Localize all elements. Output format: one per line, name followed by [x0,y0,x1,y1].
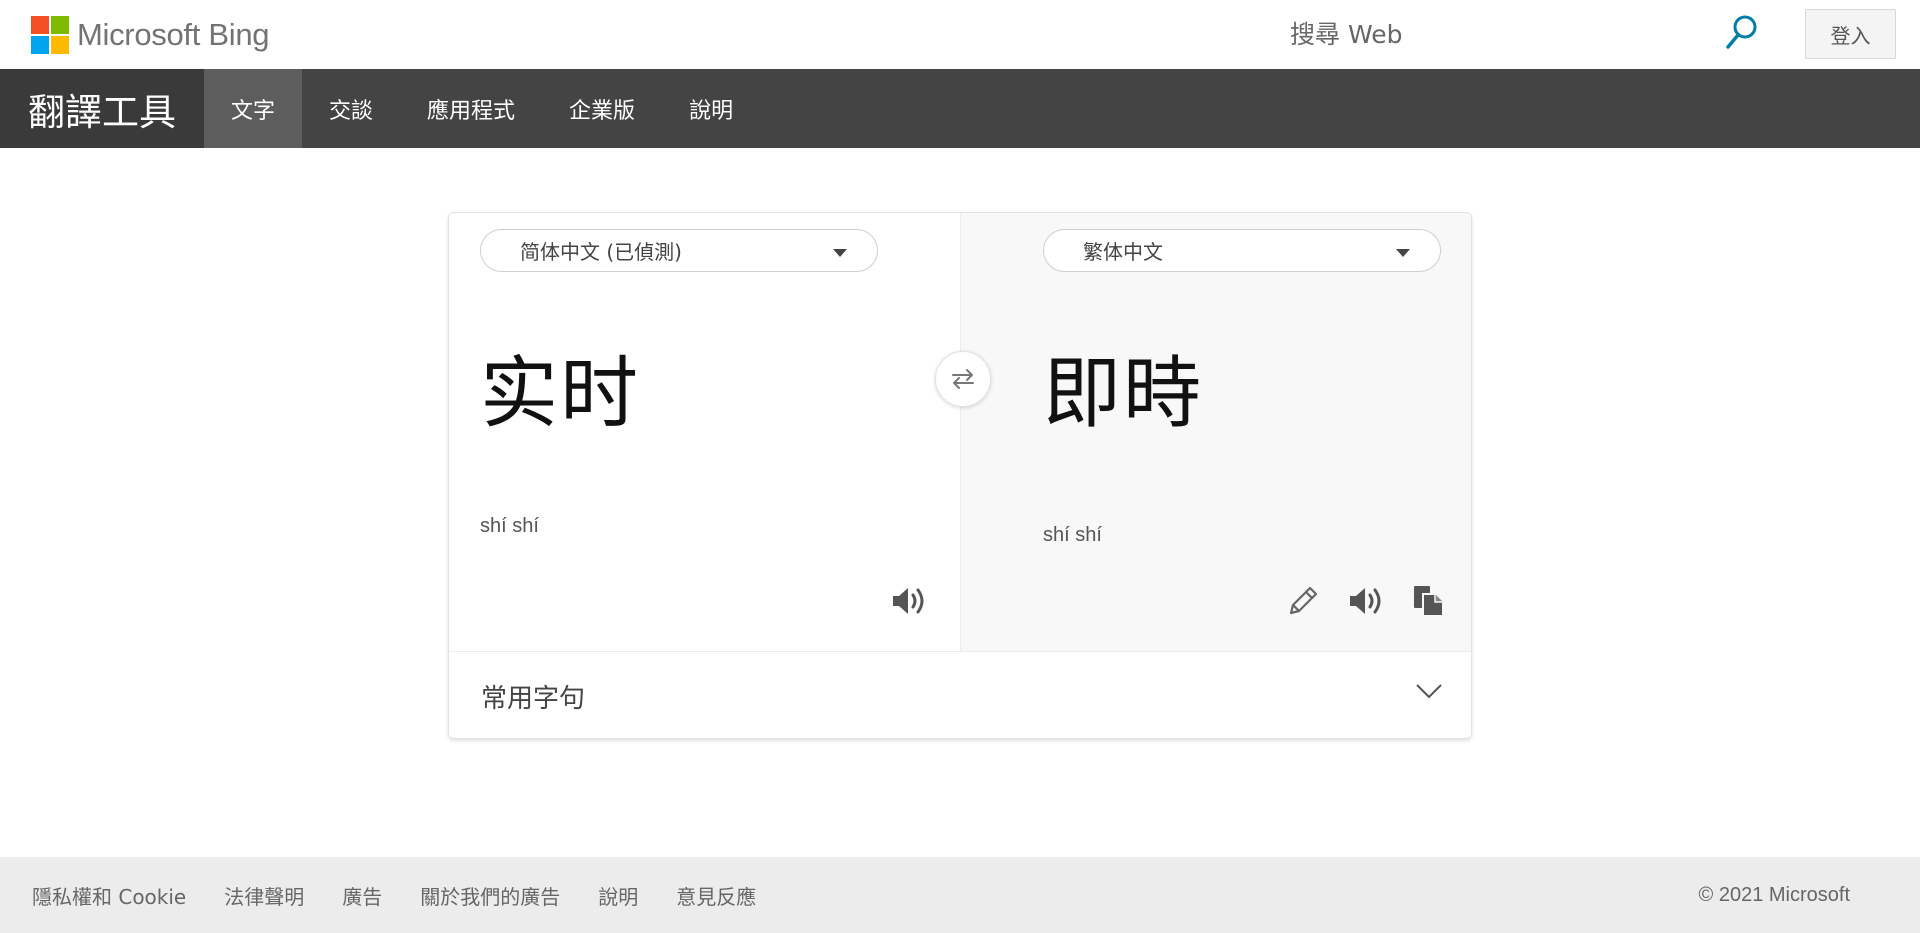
common-phrases-toggle[interactable]: 常用字句 [449,651,1471,738]
bing-logo[interactable]: Microsoft Bing [31,16,270,54]
source-text-input[interactable]: 实时 [480,331,640,443]
target-transliteration: shí shí [1043,524,1102,546]
common-phrases-label: 常用字句 [481,683,586,714]
search-input[interactable] [1290,14,1770,54]
chevron-down-icon [833,249,847,257]
tab-text[interactable]: 文字 [204,69,303,148]
speaker-icon [893,588,924,614]
source-speak-button[interactable] [889,581,929,621]
tab-conversation[interactable]: 交談 [302,69,400,148]
tab-apps[interactable]: 應用程式 [400,69,542,148]
signin-button[interactable]: 登入 [1805,9,1896,59]
target-speak-button[interactable] [1346,581,1386,621]
chevron-down-icon [1416,684,1442,699]
top-header: Microsoft Bing 登入 [0,0,1920,69]
footer-link-about-ads[interactable]: 關於我們的廣告 [420,881,560,910]
pencil-icon [1289,586,1318,615]
source-language-select[interactable]: 简体中文 (已偵測) [480,229,878,272]
chevron-down-icon [1396,249,1410,257]
footer-link-feedback[interactable]: 意見反應 [676,881,756,910]
translator-brand[interactable]: 翻譯工具 [0,69,204,148]
copy-translation-button[interactable] [1409,581,1449,621]
target-text-output: 即時 [1043,349,1204,439]
translator-nav: 翻譯工具 文字 交談 應用程式 企業版 說明 [0,69,1920,148]
swap-icon [952,369,974,389]
source-pane: 简体中文 (已偵測) 实时 shí shí [449,213,961,651]
search-icon [1726,15,1757,49]
target-language-label: 繁体中文 [1083,240,1163,264]
footer-link-help[interactable]: 說明 [598,881,638,910]
source-transliteration: shí shí [480,515,539,537]
copyright-text: © 2021 Microsoft [1698,883,1850,906]
footer-link-legal[interactable]: 法律聲明 [224,881,304,910]
logo-square [51,36,69,54]
translator-card: 简体中文 (已偵測) 实时 shí shí 繁体中文 即時 shí shí 常用… [448,212,1472,739]
tab-help[interactable]: 說明 [662,69,760,148]
microsoft-logo-icon [31,16,69,54]
target-language-select[interactable]: 繁体中文 [1043,229,1441,272]
speaker-icon [1350,588,1381,614]
edit-translation-button[interactable] [1283,581,1323,621]
footer-link-privacy[interactable]: 隱私權和 Cookie [32,881,186,910]
source-language-label: 简体中文 (已偵測) [520,240,682,264]
tab-business[interactable]: 企業版 [542,69,662,148]
swap-languages-button[interactable] [935,351,991,407]
logo-square [31,16,49,34]
logo-text: Microsoft Bing [77,17,270,52]
page-footer: 隱私權和 Cookie 法律聲明 廣告 關於我們的廣告 說明 意見反應 © 20… [0,857,1920,933]
logo-square [31,36,49,54]
copy-icon [1414,586,1444,617]
footer-links: 隱私權和 Cookie 法律聲明 廣告 關於我們的廣告 說明 意見反應 [32,857,794,933]
search-button[interactable] [1722,12,1762,52]
logo-square [51,16,69,34]
footer-link-advertise[interactable]: 廣告 [342,881,382,910]
target-pane: 繁体中文 即時 shí shí [961,213,1471,651]
